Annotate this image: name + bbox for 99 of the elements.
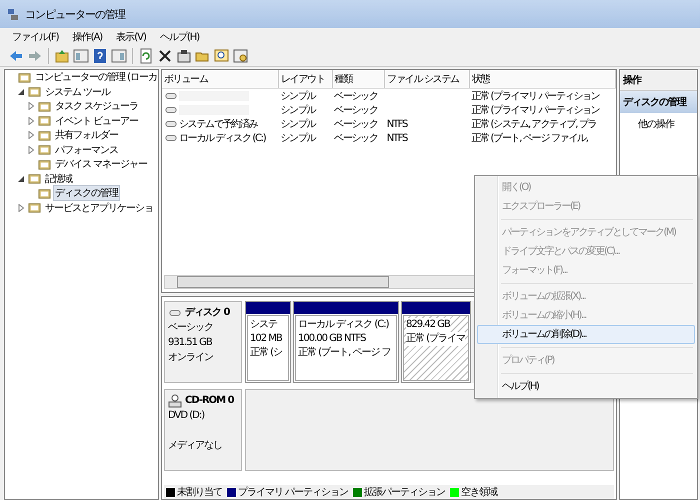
folder-icon	[38, 186, 51, 200]
disk-detail: ベーシック	[168, 321, 214, 335]
partition-detail: システ	[250, 318, 277, 332]
table-cell: NTFS	[386, 118, 408, 130]
folder-icon	[38, 128, 51, 142]
disk-status: メディアなし	[168, 439, 223, 453]
table-cell-text: 正常 (ブート, ページ ファイル,	[470, 132, 589, 145]
table-cell-text: ベーシック	[333, 104, 379, 117]
table-cell-text: 正常 (プライマリ パーティション	[470, 104, 600, 117]
collapse-arrow-icon[interactable]	[17, 88, 25, 96]
menu-item[interactable]: ヘルプ(H)	[477, 377, 695, 396]
partition-detail: 829.42 GB	[406, 318, 450, 332]
tree-item[interactable]: デバイス マネージャー	[54, 157, 148, 172]
table-cell: ベーシック	[332, 88, 385, 103]
legend-label: プライマリ パーティション	[238, 486, 348, 499]
drive-icon	[164, 118, 178, 130]
menu-item[interactable]: ファイル(F)	[6, 29, 65, 45]
settings-icon[interactable]	[233, 48, 249, 64]
properties-icon[interactable]	[176, 48, 192, 64]
table-cell-text: シンプル	[279, 104, 317, 117]
disk-name: CD-ROM 0	[185, 394, 234, 408]
disk-info-panel[interactable]: CD-ROM 0 DVD (D:) メディアなし	[164, 389, 242, 471]
cd-drive-icon	[168, 394, 182, 408]
folder-icon	[38, 158, 51, 171]
partition-block[interactable]: 829.42 GB 正常 (プライマ	[401, 301, 471, 383]
menu-item[interactable]: 表示(V)	[110, 29, 152, 45]
partition-bar	[402, 302, 470, 314]
menu-item[interactable]: 操作(A)	[66, 29, 108, 45]
column-header[interactable]: 種類	[332, 70, 385, 88]
table-cell: NTFS	[386, 132, 408, 144]
collapse-arrow-icon[interactable]	[17, 174, 25, 183]
panel-icon[interactable]	[111, 48, 127, 64]
partition-detail: 102 MB	[250, 332, 282, 346]
column-header[interactable]: ボリューム	[162, 70, 278, 88]
disk-name: ディスク 0	[185, 306, 230, 320]
partition-block[interactable]: ローカル ディスク (C:) 100.00 GB NTFS 正常 (ブート, ページ フ	[293, 301, 399, 383]
drive-icon	[164, 90, 178, 102]
folder-icon	[38, 143, 51, 156]
tree-item[interactable]: サービスとアプリケーショ	[44, 200, 154, 215]
folder-icon	[38, 114, 51, 128]
folder-icon	[28, 85, 41, 98]
partition-detail: 正常 (ブート, ページ フ	[298, 346, 391, 360]
tree-item[interactable]: タスク スケジューラ	[54, 99, 140, 114]
expand-arrow-icon[interactable]	[27, 116, 35, 125]
partition-detail: 100.00 GB NTFS	[298, 332, 366, 346]
table-cell-text: シンプル	[279, 118, 317, 131]
legend-label: 空き領域	[461, 486, 498, 499]
table-cell-text: ベーシック	[333, 132, 379, 145]
column-header[interactable]: 状態	[469, 70, 616, 88]
tree-item[interactable]: パフォーマンス	[54, 142, 119, 157]
table-cell-text: ローカル ディスク (C:)	[179, 132, 266, 145]
expand-arrow-icon[interactable]	[27, 102, 35, 110]
panel-icon[interactable]	[73, 48, 89, 64]
expand-arrow-icon[interactable]	[27, 146, 35, 154]
folder-icon	[28, 201, 41, 214]
tree-item[interactable]: 共有フォルダー	[54, 128, 119, 142]
table-cell-text: 正常 (システム, アクティブ, プラ	[470, 118, 598, 131]
table-cell-text: ベーシック	[333, 118, 379, 131]
disk-detail: 931.51 GB	[168, 336, 213, 350]
partition-detail: 正常 (シ	[250, 346, 282, 360]
menu-item[interactable]: ボリュームの削除(D)...	[477, 325, 695, 344]
actions-header: 操作	[620, 70, 697, 91]
table-cell-text: システムで予約済み	[179, 118, 258, 131]
table-cell: 正常 (プライマリ パーティション	[469, 88, 616, 103]
tree-item[interactable]: 記憶域	[44, 172, 73, 186]
legend-label: 未割り当て	[177, 486, 222, 499]
tree-item[interactable]: ディスクの管理	[54, 186, 119, 200]
partition-detail: 正常 (プライマ	[406, 332, 466, 346]
column-header[interactable]: ファイル システム	[384, 70, 470, 88]
search-icon[interactable]	[214, 48, 230, 64]
legend-label: 拡張パーティション	[364, 486, 446, 499]
expand-arrow-icon[interactable]	[27, 131, 35, 140]
tree-item[interactable]: コンピューターの管理 (ローカ	[34, 70, 158, 84]
drive-icon	[164, 104, 178, 116]
table-cell-text: シンプル	[279, 132, 317, 145]
action-item[interactable]: 他の操作	[620, 113, 697, 135]
partition-bar	[246, 302, 290, 314]
expand-arrow-icon[interactable]	[17, 204, 25, 212]
back-icon[interactable]	[8, 48, 24, 64]
tree-item[interactable]: イベント ビューアー	[54, 114, 140, 128]
folder-icon	[28, 172, 41, 186]
drive-icon	[164, 132, 178, 144]
action-item[interactable]: ディスクの管理	[620, 91, 697, 113]
disk-status: オンライン	[168, 351, 214, 365]
partition-block[interactable]: システ 102 MB 正常 (シ	[245, 301, 291, 383]
table-cell: シンプル	[278, 88, 332, 103]
app-icon	[6, 7, 20, 21]
help-icon[interactable]	[92, 48, 108, 64]
folder-icon	[38, 100, 51, 113]
tree-item[interactable]: システム ツール	[44, 84, 112, 99]
refresh-icon[interactable]	[138, 48, 154, 64]
partition-detail: ローカル ディスク (C:)	[298, 318, 389, 332]
folder-up-icon[interactable]	[54, 48, 70, 64]
disk-info-panel[interactable]: ディスク 0 ベーシック 931.51 GB オンライン	[164, 301, 242, 383]
window-title: コンピューターの管理	[25, 6, 125, 22]
disk-detail: DVD (D:)	[168, 409, 206, 423]
menu-item[interactable]: ヘルプ(H)	[154, 29, 206, 45]
column-header[interactable]: レイアウト	[278, 70, 332, 88]
delete-icon[interactable]	[157, 48, 173, 64]
